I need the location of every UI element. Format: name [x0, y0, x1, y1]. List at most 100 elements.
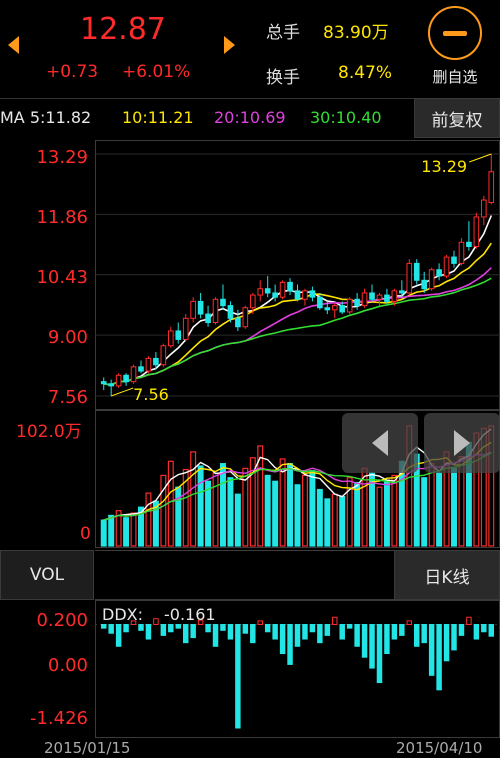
- candle-up: [443, 256, 450, 277]
- ddx-bar-negative: [317, 624, 323, 644]
- candle-up: [391, 290, 398, 302]
- candle-up: [481, 199, 487, 218]
- ddx-bar-negative: [242, 624, 249, 634]
- volume-bar-down: [369, 472, 376, 547]
- ddx-bar-negative: [264, 624, 271, 633]
- ddx-bar-negative: [309, 624, 316, 633]
- turnover-label: 换手: [266, 68, 300, 88]
- candle-down: [205, 313, 211, 324]
- price-change-pct: +6.01%: [122, 62, 191, 82]
- chevron-right-icon: [454, 430, 470, 456]
- volume-bar-down: [272, 480, 279, 547]
- chart-prev-button[interactable]: [342, 413, 418, 473]
- volume-bar-down: [339, 495, 346, 547]
- ddx-value: -0.161: [164, 605, 216, 624]
- candle-down: [138, 366, 144, 372]
- ddx-bar-negative: [205, 624, 211, 633]
- candle-down: [436, 269, 442, 277]
- candle-up: [376, 294, 383, 300]
- volume-bar-down: [205, 480, 212, 547]
- adjust-button[interactable]: 前复权: [414, 98, 500, 138]
- candle-down: [272, 292, 278, 298]
- ddx-chart[interactable]: [95, 600, 500, 738]
- ddx-tick: -1.426: [29, 708, 88, 729]
- ddx-bar-negative: [369, 624, 375, 669]
- high-marker-line: [469, 153, 492, 163]
- ddx-bar-negative: [399, 624, 405, 636]
- ddx-bar-negative: [145, 624, 152, 640]
- candle-down: [451, 256, 457, 264]
- volume-bar-down: [287, 463, 294, 547]
- candle-down: [100, 381, 107, 385]
- ddx-label: DDX:: [102, 605, 143, 624]
- volume-bar-down: [316, 488, 323, 547]
- ddx-bar-negative: [443, 624, 450, 662]
- candle-down: [384, 294, 390, 302]
- candle-down: [108, 383, 114, 387]
- candle-up: [249, 294, 256, 309]
- candle-up: [242, 307, 249, 328]
- candle-up: [279, 281, 286, 298]
- ddx-bar-negative: [182, 624, 189, 644]
- ddx-bar-positive: [332, 616, 338, 626]
- low-annotation: 7.56: [133, 385, 169, 404]
- candle-up: [257, 288, 264, 296]
- candle-up: [428, 269, 435, 290]
- volume-bar-down: [354, 481, 361, 547]
- volume-bar-up: [212, 472, 219, 547]
- ddx-bar-negative: [227, 624, 234, 640]
- candle-up: [145, 357, 152, 372]
- candle-up: [488, 171, 495, 204]
- chevron-right-icon[interactable]: [224, 36, 235, 54]
- ddx-bar-negative: [220, 624, 226, 631]
- minus-circle-icon: [443, 31, 467, 36]
- total-volume-label: 总手: [266, 23, 300, 43]
- volume-bar-up: [167, 460, 174, 547]
- candle-down: [175, 330, 182, 340]
- volume-bar-down: [123, 517, 130, 547]
- volume-bar-down: [197, 465, 204, 547]
- volume-bar-down: [324, 498, 331, 547]
- ddx-bar-negative: [376, 624, 383, 684]
- ddx-bar-negative: [175, 624, 181, 629]
- chart-next-button[interactable]: [424, 413, 500, 473]
- ddx-bar-negative: [346, 624, 353, 629]
- stock-price: 12.87: [80, 12, 166, 47]
- low-marker-line: [111, 387, 134, 397]
- candle-down: [153, 357, 159, 366]
- volume-bar-up: [376, 486, 383, 547]
- candlestick-chart[interactable]: 13.29 7.56: [95, 140, 500, 410]
- volume-bar-up: [160, 474, 167, 547]
- ddx-bar-negative: [324, 624, 331, 636]
- volume-bar-down: [234, 493, 241, 547]
- price-tick: 13.29: [36, 147, 88, 168]
- chevron-left-icon[interactable]: [8, 36, 19, 54]
- volume-bar-down: [100, 519, 107, 547]
- ddx-bar-negative: [481, 624, 487, 633]
- ddx-bar-negative: [384, 624, 390, 655]
- ddx-bar-negative: [168, 624, 174, 633]
- candle-down: [294, 290, 301, 300]
- candle-up: [331, 305, 338, 311]
- remove-watchlist-button[interactable]: [428, 6, 482, 60]
- price-tick: 10.43: [36, 267, 88, 288]
- volume-bar-down: [436, 472, 443, 547]
- volume-bar-down: [264, 474, 271, 547]
- ddx-bar-negative: [123, 624, 129, 633]
- volume-bar-up: [331, 493, 338, 547]
- volume-bar-up: [190, 451, 197, 547]
- daily-k-button[interactable]: 日K线: [394, 550, 500, 600]
- ddx-bar-negative: [100, 624, 107, 629]
- volume-bar-up: [130, 512, 137, 547]
- volume-bar-down: [227, 477, 234, 547]
- candle-up: [458, 241, 465, 264]
- ddx-bar-negative: [488, 624, 495, 637]
- vol-indicator-button[interactable]: VOL: [0, 550, 94, 600]
- candle-up: [361, 292, 368, 307]
- turnover-value: 8.47%: [338, 63, 393, 83]
- candle-up: [473, 216, 480, 247]
- candle-up: [182, 317, 189, 340]
- candle-down: [227, 305, 234, 319]
- date-end: 2015/04/10: [396, 739, 483, 757]
- volume-bar-down: [219, 463, 226, 547]
